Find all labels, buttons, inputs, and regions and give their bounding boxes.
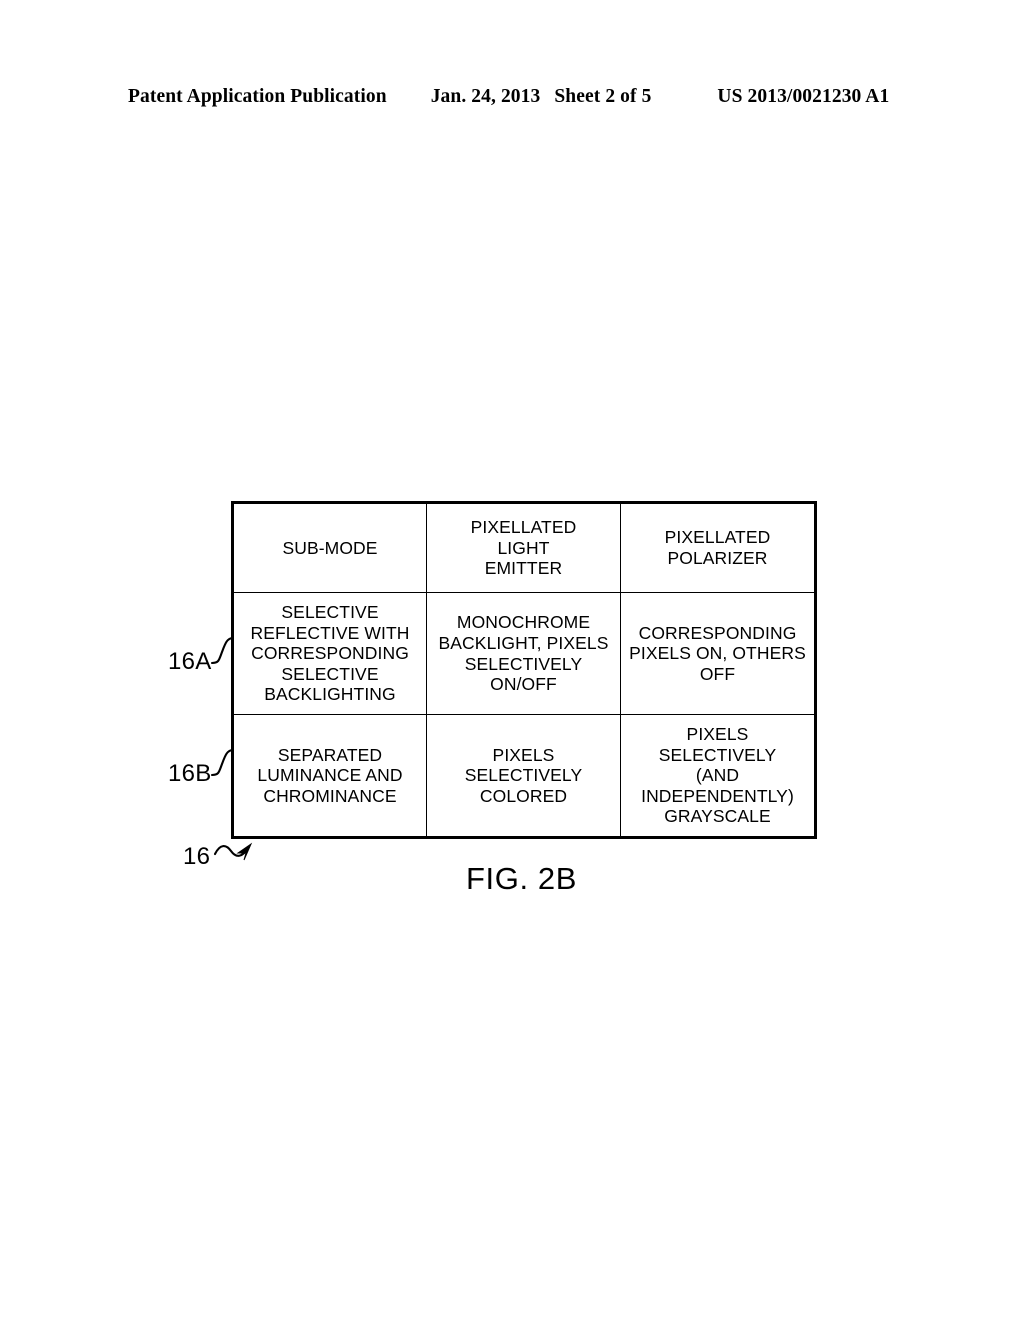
- cell-light-emitter-16b: PIXELS SELECTIVELY COLORED: [426, 714, 621, 838]
- sub-mode-table: SUB-MODE PIXELLATED LIGHT EMITTER PIXELL…: [231, 501, 817, 839]
- cell-line: SELECTIVELY: [464, 765, 583, 786]
- leader-line-16a-icon: [210, 636, 235, 665]
- figure-2b: SUB-MODE PIXELLATED LIGHT EMITTER PIXELL…: [0, 0, 1024, 1320]
- cell-line: SEPARATED: [277, 744, 383, 765]
- cell-sub-mode-16a: SELECTIVE REFLECTIVE WITH CORRESPONDING …: [232, 592, 427, 715]
- table-row: SEPARATED LUMINANCE AND CHROMINANCE PIXE…: [232, 714, 816, 838]
- cell-line: REFLECTIVE WITH: [250, 622, 410, 643]
- header-line: SUB-MODE: [282, 537, 378, 558]
- reference-numeral-16b: 16B: [168, 760, 212, 787]
- leader-line-16b-icon: [210, 748, 235, 777]
- table-header-row: SUB-MODE PIXELLATED LIGHT EMITTER PIXELL…: [232, 502, 816, 593]
- cell-line: PIXELS ON, OTHERS: [629, 643, 806, 664]
- table-row: SELECTIVE REFLECTIVE WITH CORRESPONDING …: [232, 592, 816, 715]
- cell-line: GRAYSCALE: [664, 806, 771, 827]
- cell-line: SELECTIVELY: [658, 744, 777, 765]
- header-line: PIXELLATED: [470, 517, 577, 538]
- leader-arrow-16-icon: [213, 842, 253, 861]
- cell-light-emitter-16a: MONOCHROME BACKLIGHT, PIXELS SELECTIVELY…: [426, 592, 621, 715]
- patent-drawing-page: Patent Application Publication Jan. 24, …: [0, 0, 1024, 1320]
- cell-line: PIXELS: [686, 724, 749, 745]
- cell-line: LUMINANCE AND: [257, 765, 403, 786]
- header-line: EMITTER: [484, 558, 563, 579]
- cell-line: CHROMINANCE: [263, 785, 397, 806]
- cell-polarizer-16a: CORRESPONDING PIXELS ON, OTHERS OFF: [620, 592, 816, 715]
- cell-line: BACKLIGHT, PIXELS: [438, 632, 609, 653]
- figure-caption: FIG. 2B: [466, 861, 578, 896]
- cell-line: SELECTIVE: [281, 663, 379, 684]
- cell-line: PIXELS: [492, 744, 555, 765]
- cell-line: COLORED: [479, 785, 568, 806]
- header-line: PIXELLATED: [664, 527, 771, 548]
- column-header-pixellated-light-emitter: PIXELLATED LIGHT EMITTER: [426, 502, 621, 593]
- cell-line: OFF: [699, 663, 736, 684]
- column-header-pixellated-polarizer: PIXELLATED POLARIZER: [620, 502, 816, 593]
- cell-line: INDEPENDENTLY): [641, 785, 794, 806]
- cell-sub-mode-16b: SEPARATED LUMINANCE AND CHROMINANCE: [232, 714, 427, 838]
- cell-line: (AND: [695, 765, 740, 786]
- reference-numeral-16: 16: [183, 843, 211, 870]
- cell-line: MONOCHROME: [456, 612, 591, 633]
- cell-line: CORRESPONDING: [251, 643, 409, 664]
- column-header-sub-mode: SUB-MODE: [232, 502, 427, 593]
- header-line: POLARIZER: [667, 548, 768, 568]
- cell-line: BACKLIGHTING: [264, 684, 396, 705]
- cell-line: SELECTIVE: [281, 602, 379, 623]
- reference-numeral-16a: 16A: [168, 648, 212, 675]
- cell-line: ON/OFF: [490, 674, 557, 695]
- cell-polarizer-16b: PIXELS SELECTIVELY (AND INDEPENDENTLY) G…: [620, 714, 816, 838]
- header-line: LIGHT: [497, 537, 550, 558]
- cell-line: CORRESPONDING: [638, 622, 797, 643]
- cell-line: SELECTIVELY: [464, 653, 583, 674]
